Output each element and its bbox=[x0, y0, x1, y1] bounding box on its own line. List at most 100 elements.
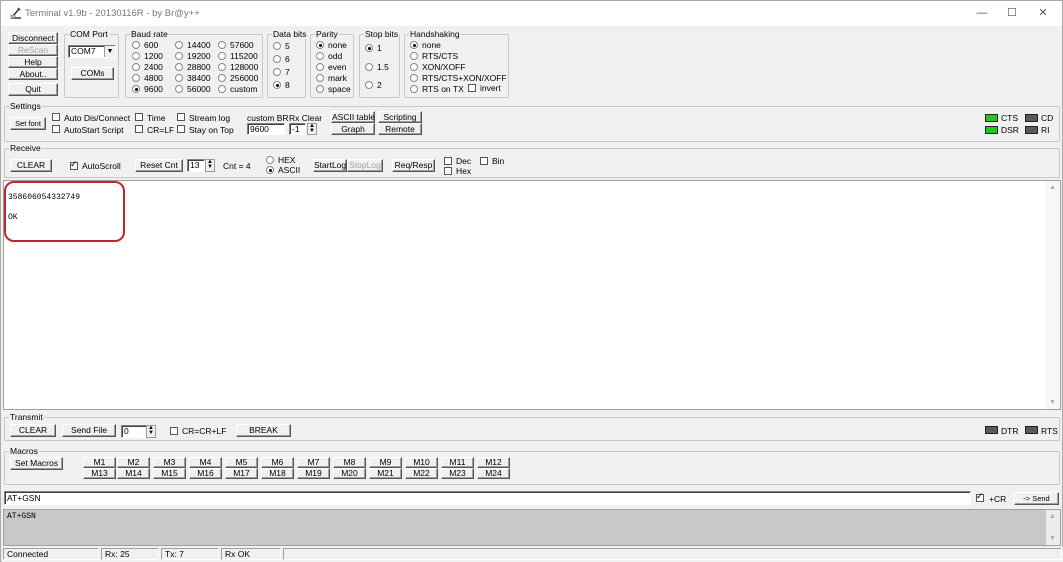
parity-radio[interactable] bbox=[316, 63, 324, 71]
macro-button-m14[interactable]: M14 bbox=[117, 468, 150, 479]
stoplog-button[interactable]: StopLog bbox=[347, 159, 383, 172]
autoscroll-checkbox[interactable] bbox=[70, 159, 78, 171]
stream-log-checkbox[interactable] bbox=[177, 113, 185, 121]
macro-button-m9[interactable]: M9 bbox=[369, 457, 402, 468]
baud-radio[interactable] bbox=[132, 52, 140, 60]
stop-bits-radio[interactable] bbox=[365, 81, 373, 89]
reset-cnt-button[interactable]: Reset Cnt bbox=[135, 159, 183, 172]
transmit-history-scrollbar[interactable]: ▲ ▼ bbox=[1046, 510, 1060, 545]
macro-button-m12[interactable]: M12 bbox=[477, 457, 510, 468]
baud-radio[interactable] bbox=[175, 85, 183, 93]
receive-clear-button[interactable]: CLEAR bbox=[10, 159, 52, 172]
handshaking-radio[interactable] bbox=[410, 41, 418, 49]
macro-button-m17[interactable]: M17 bbox=[225, 468, 258, 479]
macro-button-m23[interactable]: M23 bbox=[441, 468, 474, 479]
autostart-script-checkbox[interactable] bbox=[52, 125, 60, 133]
baud-radio[interactable] bbox=[218, 63, 226, 71]
file-spin-input[interactable]: 0 bbox=[121, 425, 147, 438]
macro-button-m1[interactable]: M1 bbox=[83, 457, 116, 468]
macro-button-m21[interactable]: M21 bbox=[369, 468, 402, 479]
graph-button[interactable]: Graph bbox=[331, 123, 375, 135]
plus-cr-checkbox[interactable] bbox=[976, 491, 984, 503]
break-button[interactable]: BREAK bbox=[236, 424, 291, 437]
ascii-radio[interactable] bbox=[266, 166, 274, 174]
stop-bits-radio[interactable] bbox=[365, 44, 373, 52]
startlog-button[interactable]: StartLog bbox=[313, 159, 347, 172]
send-button[interactable]: -> Send bbox=[1014, 492, 1059, 505]
macro-button-m10[interactable]: M10 bbox=[405, 457, 438, 468]
quit-button[interactable]: Quit bbox=[8, 83, 58, 96]
receive-output-area[interactable]: 358606054332749 OK ▲ ▼ bbox=[3, 180, 1061, 410]
baud-radio[interactable] bbox=[175, 63, 183, 71]
data-bits-radio[interactable] bbox=[273, 42, 281, 50]
cr-lf-checkbox[interactable] bbox=[135, 125, 143, 133]
macro-button-m3[interactable]: M3 bbox=[153, 457, 186, 468]
rx-clear-spinner[interactable]: ▲ ▼ bbox=[307, 123, 317, 135]
close-button[interactable]: ✕ bbox=[1025, 1, 1061, 26]
help-button[interactable]: Help bbox=[8, 56, 58, 68]
macro-button-m24[interactable]: M24 bbox=[477, 468, 510, 479]
cnt-spinner[interactable]: ▲ ▼ bbox=[205, 159, 215, 172]
com-port-select[interactable]: COM7 ▼ bbox=[68, 45, 116, 58]
set-font-button[interactable]: Set font bbox=[10, 117, 46, 130]
macro-button-m18[interactable]: M18 bbox=[261, 468, 294, 479]
about-button[interactable]: About.. bbox=[8, 68, 58, 80]
stay-on-top-checkbox[interactable] bbox=[177, 125, 185, 133]
hex-display-checkbox[interactable] bbox=[444, 167, 452, 175]
dec-checkbox[interactable] bbox=[444, 157, 452, 165]
macro-button-m16[interactable]: M16 bbox=[189, 468, 222, 479]
macro-button-m7[interactable]: M7 bbox=[297, 457, 330, 468]
macro-button-m11[interactable]: M11 bbox=[441, 457, 474, 468]
parity-radio[interactable] bbox=[316, 74, 324, 82]
receive-scrollbar[interactable]: ▲ ▼ bbox=[1046, 181, 1060, 409]
ascii-table-button[interactable]: ASCII table bbox=[331, 111, 375, 123]
time-checkbox[interactable] bbox=[135, 113, 143, 121]
custom-br-input[interactable]: 9600 bbox=[247, 123, 285, 135]
baud-radio[interactable] bbox=[175, 41, 183, 49]
baud-radio[interactable] bbox=[132, 85, 140, 93]
send-input[interactable]: AT+GSN bbox=[4, 491, 971, 505]
hex-radio[interactable] bbox=[266, 156, 274, 164]
baud-radio[interactable] bbox=[218, 74, 226, 82]
coms-button[interactable]: COMs bbox=[71, 67, 114, 80]
remote-button[interactable]: Remote bbox=[378, 123, 422, 135]
bin-checkbox[interactable] bbox=[480, 157, 488, 165]
macro-button-m5[interactable]: M5 bbox=[225, 457, 258, 468]
macro-button-m13[interactable]: M13 bbox=[83, 468, 116, 479]
file-spinner[interactable]: ▲ ▼ bbox=[146, 425, 156, 438]
invert-checkbox[interactable] bbox=[468, 84, 476, 92]
handshaking-radio[interactable] bbox=[410, 52, 418, 60]
cnt-spin-input[interactable]: 13 bbox=[187, 159, 205, 172]
handshaking-radio[interactable] bbox=[410, 63, 418, 71]
baud-radio[interactable] bbox=[132, 41, 140, 49]
scroll-down-icon[interactable]: ▼ bbox=[1049, 535, 1056, 542]
macro-button-m6[interactable]: M6 bbox=[261, 457, 294, 468]
handshaking-radio[interactable] bbox=[410, 74, 418, 82]
parity-radio[interactable] bbox=[316, 85, 324, 93]
disconnect-button[interactable]: Disconnect bbox=[8, 32, 58, 44]
macro-button-m15[interactable]: M15 bbox=[153, 468, 186, 479]
scroll-up-icon[interactable]: ▲ bbox=[1049, 184, 1056, 191]
baud-radio[interactable] bbox=[218, 41, 226, 49]
parity-radio[interactable] bbox=[316, 41, 324, 49]
macro-button-m2[interactable]: M2 bbox=[117, 457, 150, 468]
data-bits-radio[interactable] bbox=[273, 81, 281, 89]
baud-radio[interactable] bbox=[175, 52, 183, 60]
transmit-history-area[interactable]: AT+GSN ▲ ▼ bbox=[3, 509, 1061, 546]
macro-button-m8[interactable]: M8 bbox=[333, 457, 366, 468]
set-macros-button[interactable]: Set Macros bbox=[10, 457, 63, 470]
baud-radio[interactable] bbox=[132, 63, 140, 71]
baud-radio[interactable] bbox=[218, 85, 226, 93]
baud-radio[interactable] bbox=[175, 74, 183, 82]
rescan-button[interactable]: ReScan bbox=[8, 44, 58, 56]
rx-clear-input[interactable]: -1 bbox=[289, 123, 306, 135]
req-resp-button[interactable]: Req/Resp bbox=[392, 159, 435, 172]
data-bits-radio[interactable] bbox=[273, 68, 281, 76]
auto-dis-connect-checkbox[interactable] bbox=[52, 113, 60, 121]
baud-radio[interactable] bbox=[132, 74, 140, 82]
macro-button-m19[interactable]: M19 bbox=[297, 468, 330, 479]
transmit-clear-button[interactable]: CLEAR bbox=[10, 424, 56, 437]
chevron-down-icon[interactable]: ▼ bbox=[104, 46, 115, 57]
scripting-button[interactable]: Scripting bbox=[378, 111, 422, 123]
baud-radio[interactable] bbox=[218, 52, 226, 60]
